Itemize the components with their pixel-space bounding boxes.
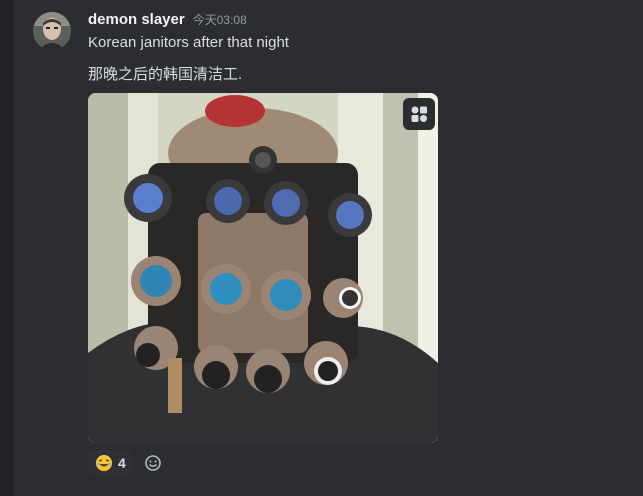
avatar-image — [33, 12, 71, 50]
message-header: demon slayer 今天03:08 — [88, 11, 247, 28]
attachment-photo — [88, 93, 438, 443]
reaction-laughing[interactable]: 4 — [88, 450, 134, 476]
gallery-button[interactable] — [403, 98, 435, 130]
avatar[interactable] — [33, 12, 71, 50]
smile-add-icon — [144, 455, 161, 471]
timestamp: 今天03:08 — [192, 13, 247, 27]
image-attachment[interactable] — [88, 93, 438, 443]
message-text-line-2: 那晚之后的韩国清洁工. — [88, 66, 243, 83]
reaction-count: 4 — [118, 455, 126, 471]
message: demon slayer 今天03:08 Korean janitors aft… — [0, 0, 643, 496]
gallery-icon — [411, 106, 427, 122]
username[interactable]: demon slayer — [88, 11, 185, 28]
message-text-line-1: Korean janitors after that night — [88, 34, 289, 51]
laughing-face-icon — [96, 455, 112, 471]
add-reaction-button[interactable] — [140, 450, 166, 476]
reactions: 4 — [88, 450, 166, 476]
